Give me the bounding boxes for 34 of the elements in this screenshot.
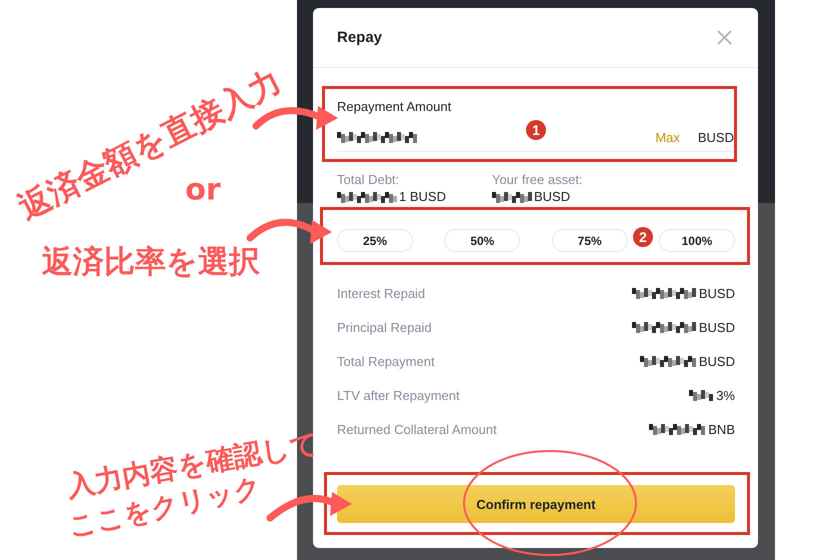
percent-button[interactable]: 75% bbox=[552, 229, 628, 252]
step-badge: 2 bbox=[633, 227, 653, 247]
pixelated-value bbox=[632, 287, 696, 299]
pixelated-value bbox=[492, 191, 532, 203]
detail-value: BUSD bbox=[698, 320, 735, 334]
balance-value: 1 BUSD bbox=[399, 189, 446, 205]
dialog-title: Repay bbox=[337, 29, 382, 46]
percent-button[interactable]: 25% bbox=[337, 229, 413, 252]
detail-label: Interest Repaid bbox=[337, 286, 426, 300]
step-badge: 1 bbox=[526, 120, 546, 140]
percent-button[interactable]: 50% bbox=[444, 229, 520, 252]
balance-label: Your free asset: bbox=[492, 172, 583, 188]
unit-label: BUSD bbox=[698, 130, 734, 144]
detail-value: BNB bbox=[708, 422, 735, 436]
balance-value: BUSD bbox=[534, 189, 570, 205]
annotation-text: 返済比率を選択 bbox=[42, 243, 260, 282]
pixelated-value bbox=[632, 321, 696, 333]
detail-value: BUSD bbox=[698, 286, 735, 300]
detail-label: Returned Collateral Amount bbox=[337, 422, 497, 436]
annotation-text: or bbox=[185, 172, 221, 208]
detail-value: 3% bbox=[716, 388, 735, 402]
pixelated-value bbox=[640, 355, 696, 367]
percent-button[interactable]: 100% bbox=[658, 229, 735, 252]
detail-label: LTV after Repayment bbox=[337, 388, 460, 402]
pixelated-value bbox=[689, 389, 714, 401]
field-label: Repayment Amount bbox=[337, 99, 452, 114]
pixelated-value bbox=[337, 191, 397, 203]
detail-value: BUSD bbox=[698, 354, 735, 368]
detail-label: Principal Repaid bbox=[337, 320, 432, 334]
balance-label: Total Debt: bbox=[337, 172, 400, 188]
confirm-button[interactable]: Confirm repayment bbox=[337, 485, 735, 523]
detail-label: Total Repayment bbox=[337, 354, 435, 368]
pixelated-value bbox=[649, 423, 706, 435]
close-icon[interactable] bbox=[717, 30, 732, 45]
